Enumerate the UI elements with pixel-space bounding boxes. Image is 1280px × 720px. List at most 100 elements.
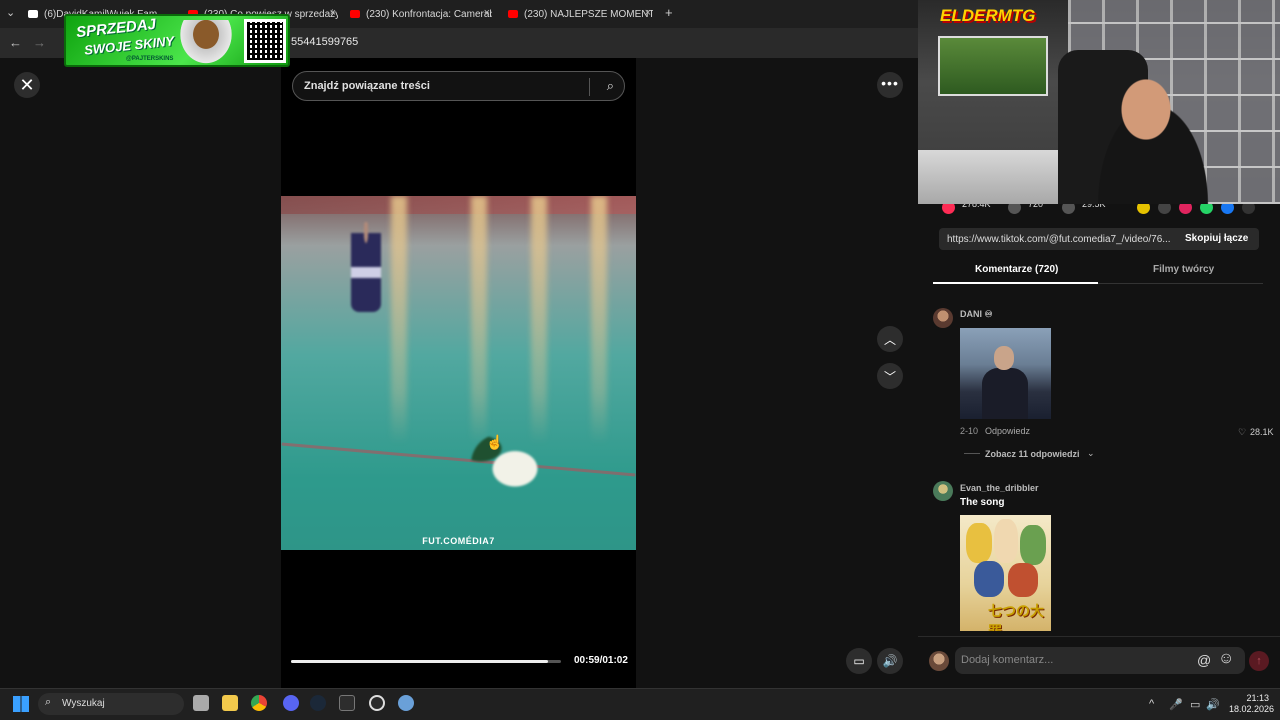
light-reflection: [391, 196, 407, 550]
tab-label: (230) NAJLEPSZE MOMENTY PL: [524, 8, 653, 20]
search-icon: ⌕: [45, 696, 52, 708]
heart-outline-icon[interactable]: ♡: [1238, 427, 1246, 438]
anime-title-logo: 七つの大罪: [988, 603, 1044, 631]
tab-menu-icon[interactable]: ⌄: [6, 6, 15, 19]
emoji-icon[interactable]: ☺: [1218, 650, 1234, 668]
avatar[interactable]: [933, 308, 953, 328]
tray-chevron-up-icon[interactable]: ^: [1149, 698, 1154, 710]
comment-username[interactable]: DANI ♾: [960, 309, 993, 320]
image-figure-body: [982, 368, 1028, 419]
new-tab-button[interactable]: +: [665, 5, 673, 20]
progress-fill: [291, 660, 548, 663]
anime-figure: [1020, 525, 1046, 565]
avatar[interactable]: [933, 481, 953, 501]
link-box: https://www.tiktok.com/@fut.comedia7_/vi…: [939, 228, 1259, 250]
video-frame[interactable]: ☝ FUT.COMÉDIA7: [281, 196, 636, 550]
clock[interactable]: 21:13 18.02.2026: [1229, 693, 1275, 715]
video-link[interactable]: https://www.tiktok.com/@fut.comedia7_/vi…: [947, 234, 1172, 245]
task-view-icon[interactable]: [193, 695, 209, 711]
streamer: [1083, 78, 1223, 204]
close-tab-icon[interactable]: ×: [330, 7, 336, 19]
anime-figure: [974, 561, 1004, 597]
related-search-input[interactable]: Znajdź powiązane treści ⌕: [292, 71, 625, 101]
windows-start-icon[interactable]: [13, 696, 29, 712]
volume-button[interactable]: 🔊: [877, 648, 903, 674]
comment-date: 2-10: [960, 426, 979, 436]
light-reflection: [531, 196, 547, 550]
comment-input[interactable]: Dodaj komentarz... @ ☺: [955, 647, 1245, 674]
display-icon[interactable]: ▭: [1190, 698, 1200, 711]
avatar: [929, 651, 949, 671]
search-placeholder: Znajdź powiązane treści: [304, 80, 430, 92]
taskbar: [0, 688, 1280, 720]
comment-image[interactable]: [960, 328, 1051, 419]
desk: [918, 150, 1068, 204]
close-tab-icon[interactable]: ×: [645, 7, 651, 19]
reply-button[interactable]: Odpowiedz: [985, 426, 1030, 436]
active-tab-indicator: [933, 282, 1098, 284]
youtube-icon: [508, 10, 518, 18]
comment-image[interactable]: 七つの大罪: [960, 515, 1051, 631]
tab-comments[interactable]: Komentarze (720): [975, 264, 1058, 275]
hand-cursor-icon: ☝: [486, 434, 504, 450]
anime-figure: [994, 519, 1018, 563]
tab-youtube-3[interactable]: (230) NAJLEPSZE MOMENTY PL ×: [508, 4, 653, 24]
taskbar-search[interactable]: ⌕ Wyszukaj: [38, 693, 184, 715]
anime-figure: [1008, 563, 1038, 597]
view-replies-button[interactable]: Zobacz 11 odpowiedzi: [985, 449, 1080, 459]
back-button[interactable]: ←: [9, 35, 22, 50]
next-video-button[interactable]: ﹀: [877, 363, 903, 389]
file-explorer-icon[interactable]: [222, 695, 238, 711]
qr-code: [244, 19, 286, 63]
search-divider: [589, 78, 590, 96]
webcam-overlay: ELDERMTG: [918, 0, 1280, 204]
mini-player-button[interactable]: ▭: [846, 648, 872, 674]
close-button[interactable]: ✕: [14, 72, 40, 98]
prev-video-button[interactable]: ︿: [877, 326, 903, 352]
discord-icon[interactable]: [283, 695, 299, 711]
more-options-button[interactable]: •••: [877, 72, 903, 98]
banner-handle: @PAJTERSKINS: [126, 56, 174, 62]
tab-label: (230) Konfrontacja: Cameraboy: [366, 8, 492, 20]
more-icon: •••: [881, 75, 899, 91]
speaker-icon[interactable]: 🔊: [1206, 698, 1220, 711]
tab-creator-videos[interactable]: Filmy twórcy: [1153, 264, 1214, 275]
chevron-down-icon: ﹀: [883, 369, 896, 384]
volume-icon: 🔊: [882, 654, 898, 668]
comment-placeholder: Dodaj komentarz...: [961, 654, 1054, 666]
comment-text: The song: [960, 497, 1005, 508]
clock-date: 18.02.2026: [1229, 704, 1275, 714]
standing-player: [351, 222, 381, 312]
settings-icon[interactable]: [398, 695, 414, 711]
chevron-up-icon: ︿: [883, 332, 896, 347]
anime-figure: [966, 523, 992, 563]
tab-youtube-2[interactable]: (230) Konfrontacja: Cameraboy ×: [350, 4, 492, 24]
close-tab-icon[interactable]: ×: [484, 7, 490, 19]
video-watermark: FUT.COMÉDIA7: [422, 536, 495, 546]
comment-username[interactable]: Evan_the_dribbler: [960, 483, 1039, 493]
mention-icon[interactable]: @: [1197, 652, 1211, 668]
court-line: [281, 442, 636, 477]
fallen-player: [471, 434, 551, 492]
video-progress-bar[interactable]: [291, 660, 561, 663]
chevron-down-icon: ⌄: [1087, 448, 1095, 458]
comment-likes: 28.1K: [1250, 427, 1274, 437]
forward-button[interactable]: →: [33, 35, 46, 50]
tiktok-icon: [28, 10, 38, 18]
video-wall: [281, 196, 636, 214]
arrow-up-icon: ↑: [1256, 655, 1262, 667]
chrome-icon[interactable]: [251, 695, 267, 711]
stream-logo: ELDERMTG: [940, 6, 1036, 25]
url-text[interactable]: 55441599765: [291, 36, 358, 48]
image-figure-head: [994, 346, 1014, 370]
search-icon[interactable]: ⌕: [607, 78, 614, 94]
close-icon: ✕: [19, 74, 35, 95]
clock-time: 21:13: [1246, 693, 1269, 703]
copy-link-button[interactable]: Skopiuj łącze: [1185, 233, 1248, 244]
xbox-icon[interactable]: [339, 695, 355, 711]
send-button[interactable]: ↑: [1249, 651, 1269, 671]
microphone-icon[interactable]: 🎤: [1169, 698, 1183, 711]
steam-icon[interactable]: [310, 695, 326, 711]
light-reflection: [591, 196, 607, 550]
obs-icon[interactable]: [369, 695, 385, 711]
